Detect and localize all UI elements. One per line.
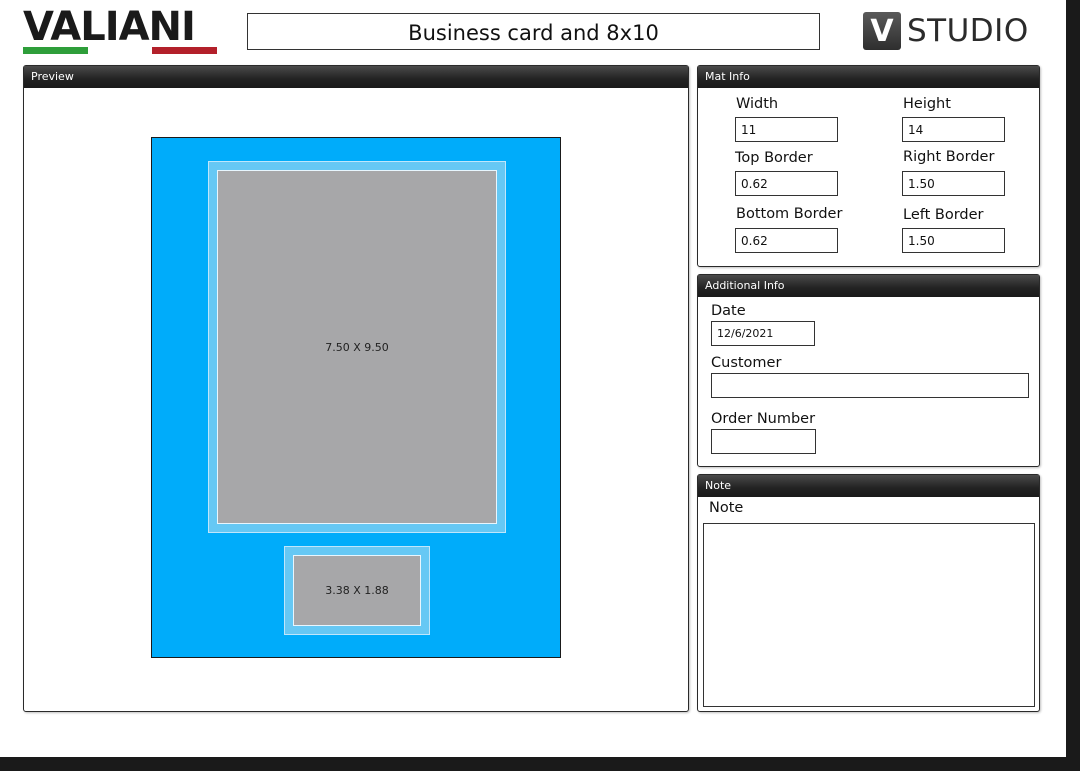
- customer-input[interactable]: [711, 373, 1029, 398]
- mat-info-header: Mat Info: [698, 66, 1039, 88]
- opening-small-size: 3.38 X 1.88: [325, 584, 389, 597]
- left-border-label: Left Border: [903, 207, 984, 223]
- flag-red: [152, 47, 218, 54]
- opening-large[interactable]: 7.50 X 9.50: [217, 170, 497, 524]
- top-border-label: Top Border: [735, 150, 813, 166]
- valiani-logo: VALIANI: [23, 4, 218, 56]
- note-textarea[interactable]: [703, 523, 1035, 707]
- width-input[interactable]: 11: [735, 117, 838, 142]
- note-header: Note: [698, 475, 1039, 497]
- opening-small[interactable]: 3.38 X 1.88: [293, 555, 421, 626]
- right-border-input[interactable]: 1.50: [902, 171, 1005, 196]
- opening-large-size: 7.50 X 9.50: [325, 340, 389, 354]
- height-input[interactable]: 14: [902, 117, 1005, 142]
- customer-label: Customer: [711, 355, 782, 371]
- top-border-input[interactable]: 0.62: [735, 171, 838, 196]
- opening-small-bevel[interactable]: 3.38 X 1.88: [284, 546, 430, 635]
- v-badge-icon: V: [863, 12, 901, 50]
- additional-info-header: Additional Info: [698, 275, 1039, 297]
- additional-info-panel: Additional Info Date 12/6/2021 Customer …: [697, 274, 1040, 467]
- note-label: Note: [709, 500, 744, 516]
- studio-text: STUDIO: [907, 13, 1029, 49]
- opening-large-bevel[interactable]: 7.50 X 9.50: [208, 161, 506, 533]
- date-label: Date: [711, 303, 746, 319]
- right-border-label: Right Border: [903, 149, 995, 165]
- flag-white: [87, 47, 153, 54]
- mat-preview[interactable]: 7.50 X 9.50 3.38 X 1.88: [151, 137, 561, 658]
- vstudio-logo: V STUDIO: [863, 10, 1029, 52]
- order-number-input[interactable]: [711, 429, 816, 454]
- italian-flag-stripe: [23, 47, 218, 54]
- left-border-input[interactable]: 1.50: [902, 228, 1005, 253]
- project-title-field[interactable]: Business card and 8x10: [247, 13, 820, 50]
- logo-text: VALIANI: [23, 4, 196, 50]
- preview-panel-header: Preview: [24, 66, 688, 88]
- date-input[interactable]: 12/6/2021: [711, 321, 815, 346]
- bottom-border-label: Bottom Border: [736, 206, 843, 222]
- height-label: Height: [903, 96, 951, 112]
- order-number-label: Order Number: [711, 411, 816, 427]
- width-label: Width: [736, 96, 779, 112]
- app-window: VALIANI Business card and 8x10 V STUDIO …: [0, 0, 1066, 757]
- note-panel: Note Note: [697, 474, 1040, 712]
- bottom-border-input[interactable]: 0.62: [735, 228, 838, 253]
- flag-green: [23, 47, 88, 54]
- mat-info-panel: Mat Info Width 11 Height 14 Top Border 0…: [697, 65, 1040, 267]
